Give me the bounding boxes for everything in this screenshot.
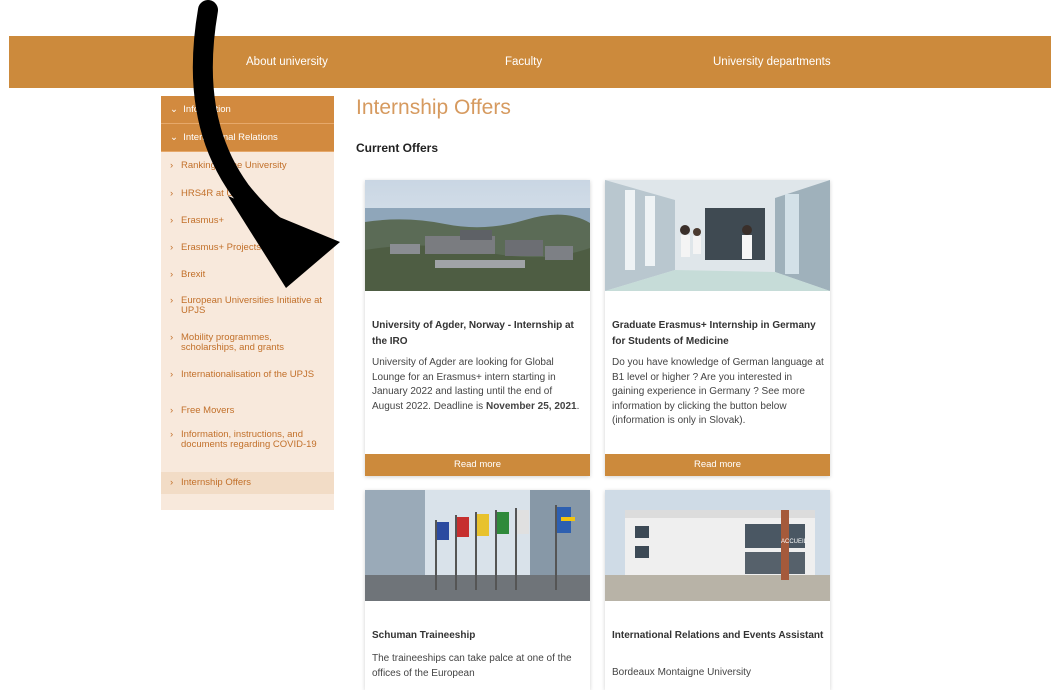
read-more-button[interactable]: Read more xyxy=(365,454,590,476)
card-description: The traineeships can take palce at one o… xyxy=(372,653,572,679)
sidebar-item-internship-offers[interactable]: › Internship Offers xyxy=(161,472,334,494)
card-description: Do you have knowledge of German language… xyxy=(612,357,824,427)
card-image-campus xyxy=(365,180,590,291)
read-more-button[interactable]: Read more xyxy=(605,454,830,476)
chevron-right-icon: › xyxy=(170,295,174,306)
sidebar-item-erasmus-projects[interactable]: › Erasmus+ Projects xyxy=(161,243,334,262)
chevron-right-icon: › xyxy=(170,160,174,171)
chevron-right-icon: › xyxy=(170,477,174,488)
sidebar-head-label: Information xyxy=(183,104,231,115)
card-title[interactable]: International Relations and Events Assis… xyxy=(612,628,824,644)
page-title: Internship Offers xyxy=(356,96,511,119)
chevron-down-icon: ⌄ xyxy=(170,104,178,115)
offer-card: University of Agder, Norway - Internship… xyxy=(365,180,590,476)
sidebar-item-label: Internationalisation of the UPJS xyxy=(181,369,315,380)
sidebar-item-label: HRS4R at UPJS xyxy=(181,188,251,199)
card-description: University of Agder are looking for Glob… xyxy=(372,357,580,412)
card-title[interactable]: University of Agder, Norway - Internship… xyxy=(372,318,584,350)
sidebar-item-label: Brexit xyxy=(181,269,206,280)
offer-card: Graduate Erasmus+ Internship in Germany … xyxy=(605,180,830,476)
sidebar-item-label: Mobility programmes, scholarships, and g… xyxy=(181,332,284,353)
card-image-university-building: ACCUEIL xyxy=(605,490,830,601)
sidebar-item-label: Information, instructions, and documents… xyxy=(181,429,317,450)
chevron-right-icon: › xyxy=(170,242,174,253)
chevron-right-icon: › xyxy=(170,429,174,440)
sidebar-item-internationalisation[interactable]: › Internationalisation of the UPJS xyxy=(161,370,334,400)
sidebar: ⌄ Information ⌄ International Relations … xyxy=(161,96,334,510)
card-description: Bordeaux Montaigne University xyxy=(612,667,751,678)
section-subtitle: Current Offers xyxy=(356,141,439,155)
sidebar-item-european-universities[interactable]: › European Universities Initiative at UP… xyxy=(161,296,334,326)
sidebar-item-label: Ranking of the University xyxy=(181,160,287,171)
top-nav-bar: About university Faculty University depa… xyxy=(9,36,1051,88)
card-title[interactable]: Graduate Erasmus+ Internship in Germany … xyxy=(612,318,824,350)
sidebar-head-label: International Relations xyxy=(183,132,278,143)
sidebar-item-label: Erasmus+ xyxy=(181,215,225,226)
chevron-right-icon: › xyxy=(170,215,174,226)
sidebar-item-mobility-programmes[interactable]: › Mobility programmes, scholarships, and… xyxy=(161,333,334,363)
sidebar-head-international-relations[interactable]: ⌄ International Relations xyxy=(161,124,334,152)
sidebar-item-label: Free Movers xyxy=(181,405,235,416)
chevron-right-icon: › xyxy=(170,269,174,280)
sidebar-head-information[interactable]: ⌄ Information xyxy=(161,96,334,124)
sidebar-item-hrs4r[interactable]: › HRS4R at UPJS xyxy=(161,189,334,208)
chevron-right-icon: › xyxy=(170,405,174,416)
nav-about-university[interactable]: About university xyxy=(246,36,328,88)
offer-card: Schuman Traineeship The traineeships can… xyxy=(365,490,590,690)
sidebar-item-brexit[interactable]: › Brexit xyxy=(161,270,334,289)
sidebar-item-label: Internship Offers xyxy=(181,477,252,488)
offer-card: ACCUEIL International Relations and Even… xyxy=(605,490,830,690)
card-image-flags xyxy=(365,490,590,601)
sidebar-item-erasmus[interactable]: › Erasmus+ xyxy=(161,216,334,235)
sidebar-item-label: Erasmus+ Projects xyxy=(181,242,261,253)
sidebar-item-free-movers[interactable]: › Free Movers xyxy=(161,406,334,426)
nav-university-departments[interactable]: University departments xyxy=(713,36,831,88)
sidebar-item-covid-information[interactable]: › Information, instructions, and documen… xyxy=(161,430,334,470)
chevron-right-icon: › xyxy=(170,369,174,380)
chevron-right-icon: › xyxy=(170,332,174,343)
chevron-right-icon: › xyxy=(170,188,174,199)
chevron-down-icon: ⌄ xyxy=(170,132,178,143)
building-sign: ACCUEIL xyxy=(781,539,808,545)
card-title[interactable]: Schuman Traineeship xyxy=(372,628,584,644)
sidebar-item-ranking[interactable]: › Ranking of the University xyxy=(161,161,334,180)
nav-faculty[interactable]: Faculty xyxy=(505,36,542,88)
card-image-hospital-corridor xyxy=(605,180,830,291)
sidebar-item-label: European Universities Initiative at UPJS xyxy=(181,295,322,316)
